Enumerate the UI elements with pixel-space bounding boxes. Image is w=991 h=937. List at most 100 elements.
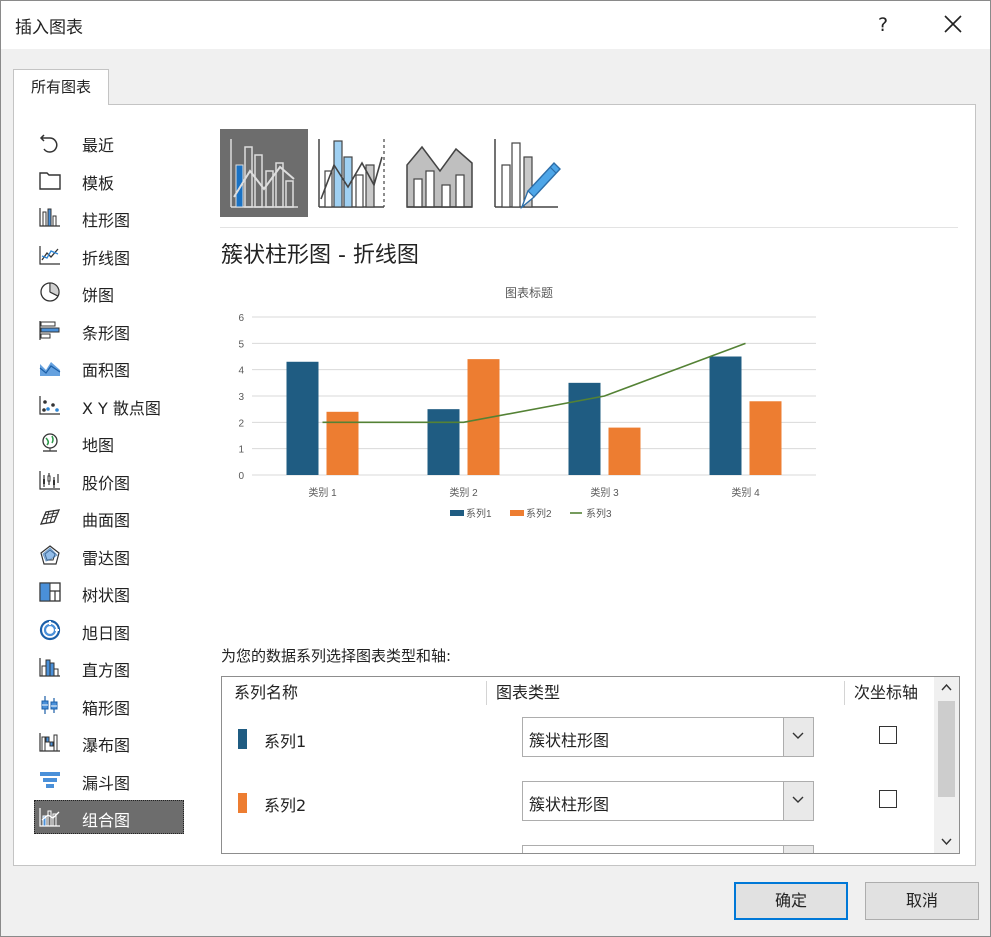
histogram-chart-icon — [39, 658, 60, 677]
legend-label-系列2: 系列2 — [526, 507, 552, 520]
sunburst-chart-icon — [39, 619, 61, 640]
chevron-down-icon — [792, 796, 804, 803]
chart-bars — [286, 356, 782, 475]
header-chart-type: 图表类型 — [496, 683, 561, 702]
sidebar-item-map-chart[interactable]: 地图 — [34, 425, 184, 459]
series-2-chart-type-select[interactable]: 簇状柱形图 — [522, 781, 814, 821]
stacked-area-clustered-column-icon — [406, 145, 473, 208]
tab-all-charts[interactable]: 所有图表 — [13, 69, 109, 105]
header-separator — [844, 681, 845, 705]
sidebar-item-label: 面积图 — [82, 361, 131, 380]
series-section-caption: 为您的数据系列选择图表类型和轴: — [221, 647, 452, 665]
bar-chart-icon — [39, 320, 60, 340]
subtype-stacked-area-clustered-column[interactable] — [396, 129, 484, 217]
series-1-secondary-axis-checkbox[interactable] — [879, 726, 897, 744]
series-1-chart-type-select[interactable]: 簇状柱形图 — [522, 717, 814, 757]
subtype-custom-combination[interactable] — [484, 129, 572, 217]
chart-x-labels: 类别 1 类别 2 类别 3 类别 4 — [308, 486, 760, 499]
sidebar-item-label: 树状图 — [82, 586, 131, 605]
ok-button[interactable]: 确定 — [734, 882, 848, 920]
bar-系列1-1 — [286, 361, 319, 475]
y-tick-label: 3 — [238, 392, 244, 403]
sidebar-item-funnel-chart[interactable]: 漏斗图 — [34, 763, 184, 797]
x-tick-label: 类别 1 — [308, 486, 337, 499]
help-button[interactable]: ? — [863, 7, 903, 43]
sidebar-item-pie-chart[interactable]: 饼图 — [34, 275, 184, 309]
sidebar-item-label: 旭日图 — [82, 623, 131, 643]
sidebar-item-surface-chart[interactable]: 曲面图 — [34, 500, 184, 534]
waterfall-chart-icon — [39, 733, 60, 752]
title-bar: 插入图表 ? — [1, 1, 990, 49]
series-2-secondary-axis-checkbox[interactable] — [879, 790, 897, 808]
sidebar-item-area-chart[interactable]: 面积图 — [34, 350, 184, 384]
close-button[interactable] — [933, 7, 973, 43]
chart-line-series — [322, 342, 746, 424]
sidebar-item-bar-chart[interactable]: 条形图 — [34, 313, 184, 347]
scroll-down-button[interactable] — [934, 831, 959, 853]
sidebar-item-box-whisker-chart[interactable]: 箱形图 — [34, 688, 184, 722]
sidebar-item-label: 最近 — [82, 136, 115, 155]
sidebar-item-combo-chart[interactable]: 组合图 — [34, 800, 184, 834]
sidebar-item-histogram-chart[interactable]: 直方图 — [34, 650, 184, 684]
subtype-clustered-column-line-secondary[interactable] — [308, 129, 396, 217]
sidebar-item-label: 雷达图 — [82, 548, 131, 568]
sidebar-item-recent[interactable]: 最近 — [34, 125, 184, 159]
recent-icon — [39, 134, 58, 153]
sidebar-item-label: 地图 — [82, 436, 115, 455]
selected-subtype-title: 簇状柱形图 - 折线图 — [221, 243, 419, 268]
sidebar-item-label: 箱形图 — [82, 698, 131, 718]
x-tick-label: 类别 2 — [449, 486, 478, 499]
y-tick-label: 1 — [238, 445, 244, 456]
series-row-2: 系列2 簇状柱形图 — [222, 773, 934, 837]
surface-chart-icon — [39, 509, 61, 525]
header-secondary-axis: 次坐标轴 — [854, 683, 919, 702]
series-2-dropdown-button[interactable] — [783, 782, 813, 820]
sidebar-item-column-chart[interactable]: 柱形图 — [34, 200, 184, 234]
map-chart-icon — [42, 433, 58, 452]
series-3-dropdown-button[interactable] — [783, 846, 813, 853]
sidebar-item-label: 折线图 — [82, 248, 131, 268]
treemap-chart-icon — [39, 582, 61, 602]
header-series-name: 系列名称 — [234, 683, 299, 702]
sidebar-item-radar-chart[interactable]: 雷达图 — [34, 538, 184, 572]
sidebar-item-label: 条形图 — [82, 323, 131, 343]
chevron-down-icon — [792, 732, 804, 739]
sidebar-item-scatter-chart[interactable]: X Y 散点图 — [34, 388, 184, 422]
bar-系列2-3 — [608, 427, 641, 475]
x-tick-label: 类别 3 — [590, 486, 619, 499]
series-3-chart-type-select[interactable] — [522, 845, 814, 853]
sidebar-item-treemap-chart[interactable]: 树状图 — [34, 575, 184, 609]
y-tick-label: 6 — [238, 313, 244, 324]
chart-title: 图表标题 — [505, 286, 553, 300]
sidebar-item-sunburst-chart[interactable]: 旭日图 — [34, 613, 184, 647]
sidebar-item-label: X Y 散点图 — [82, 398, 161, 418]
sidebar-item-waterfall-chart[interactable]: 瀑布图 — [34, 725, 184, 759]
chart-preview: 图表标题 0 1 2 3 4 5 6 类别 1 类别 2 类别 3 类别 4 系列1 系列2 系列3 — [238, 286, 816, 520]
sidebar-item-label: 柱形图 — [82, 211, 131, 230]
sidebar-item-label: 饼图 — [82, 286, 115, 305]
series-table-scrollbar[interactable] — [934, 677, 959, 853]
legend-label-系列3: 系列3 — [586, 507, 612, 520]
header-separator — [486, 681, 487, 705]
y-tick-label: 4 — [238, 366, 244, 377]
sidebar-item-line-chart[interactable]: 折线图 — [34, 238, 184, 272]
close-icon — [944, 15, 962, 33]
scroll-thumb[interactable] — [938, 701, 955, 797]
y-tick-label: 5 — [238, 339, 244, 350]
series-1-chart-type-value: 簇状柱形图 — [529, 731, 610, 750]
chevron-up-icon — [941, 684, 952, 691]
scatter-chart-icon — [39, 395, 60, 415]
sidebar-item-label: 股价图 — [82, 473, 131, 493]
chart-legend: 系列1 系列2 系列3 — [450, 507, 612, 520]
series-1-dropdown-button[interactable] — [783, 718, 813, 756]
bar-系列2-1 — [326, 411, 359, 475]
radar-chart-icon — [40, 544, 60, 565]
bar-系列1-2 — [427, 409, 460, 475]
sidebar-item-label: 模板 — [82, 173, 115, 193]
cancel-button[interactable]: 取消 — [865, 882, 979, 920]
sidebar-item-template-folder[interactable]: 模板 — [34, 163, 184, 197]
sidebar-item-stock-chart[interactable]: 股价图 — [34, 463, 184, 497]
scroll-up-button[interactable] — [934, 677, 959, 699]
dialog-title: 插入图表 — [15, 18, 83, 38]
subtype-clustered-column-line[interactable] — [220, 129, 308, 217]
